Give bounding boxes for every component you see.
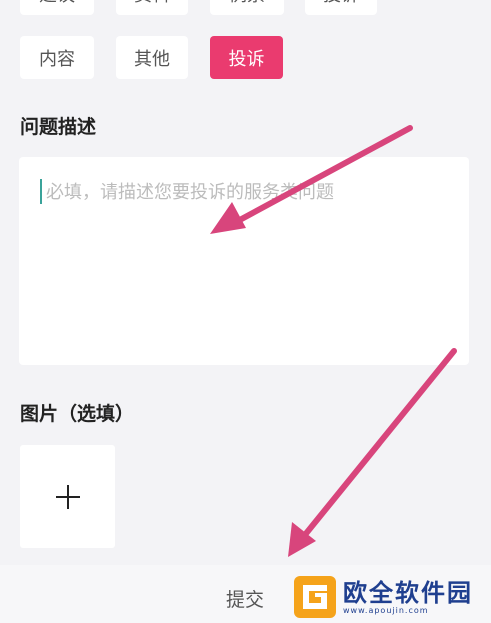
description-title: 问题描述 <box>20 116 97 138</box>
category-chip-complaint[interactable]: 投诉 <box>210 36 283 79</box>
watermark: 欧全软件园 www.apoujin.com <box>293 574 486 620</box>
description-box[interactable] <box>19 157 469 365</box>
submit-button[interactable]: 提交 <box>213 583 277 613</box>
category-chip-partial[interactable]: 建议 <box>20 0 94 15</box>
plus-icon <box>55 484 80 509</box>
watermark-url: www.apoujin.com <box>343 605 429 615</box>
category-chip-partial[interactable]: 例票 <box>210 0 284 15</box>
category-chip-partial[interactable]: 资料 <box>116 0 188 15</box>
watermark-text: 欧全软件园 <box>343 578 473 607</box>
images-title: 图片（选填） <box>20 403 135 425</box>
category-chip-partial[interactable]: 投诉 <box>305 0 377 15</box>
text-caret <box>40 179 42 204</box>
add-image-button[interactable] <box>20 445 115 548</box>
category-chip-other[interactable]: 其他 <box>116 36 188 79</box>
category-chip-content[interactable]: 内容 <box>20 36 94 79</box>
watermark-logo-icon <box>294 576 336 618</box>
arrow-to-submit <box>288 348 457 557</box>
description-input[interactable] <box>44 175 448 209</box>
